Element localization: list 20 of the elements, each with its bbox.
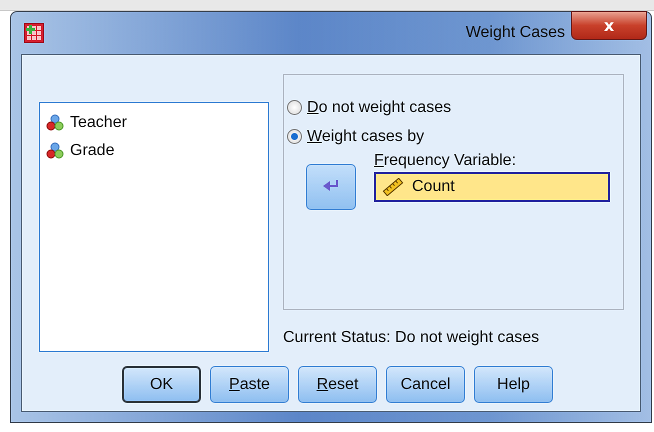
nominal-icon xyxy=(46,114,64,132)
radio-option[interactable]: Do not weight cases xyxy=(287,93,623,122)
variable-item[interactable]: Grade xyxy=(46,137,262,165)
nominal-icon xyxy=(46,142,64,160)
radio-button[interactable] xyxy=(287,100,302,115)
variable-item[interactable]: Teacher xyxy=(46,109,262,137)
close-button[interactable]: x xyxy=(571,11,647,40)
radio-option[interactable]: Weight cases by xyxy=(287,122,623,151)
dialog-button[interactable]: OK xyxy=(122,366,201,403)
move-button[interactable] xyxy=(306,164,356,210)
dialog-button[interactable]: Paste xyxy=(210,366,289,403)
frequency-field[interactable]: Count xyxy=(374,172,610,202)
window-title: Weight Cases xyxy=(466,24,565,42)
dialog-button[interactable]: Reset xyxy=(298,366,377,403)
status-text: Current Status: Do not weight cases xyxy=(283,329,540,347)
dialog-button[interactable]: Cancel xyxy=(386,366,465,403)
grid-icon xyxy=(24,23,44,43)
dialog-button[interactable]: Help xyxy=(474,366,553,403)
radio-button[interactable] xyxy=(287,129,302,144)
field-label: Frequency Variable: xyxy=(374,152,518,170)
